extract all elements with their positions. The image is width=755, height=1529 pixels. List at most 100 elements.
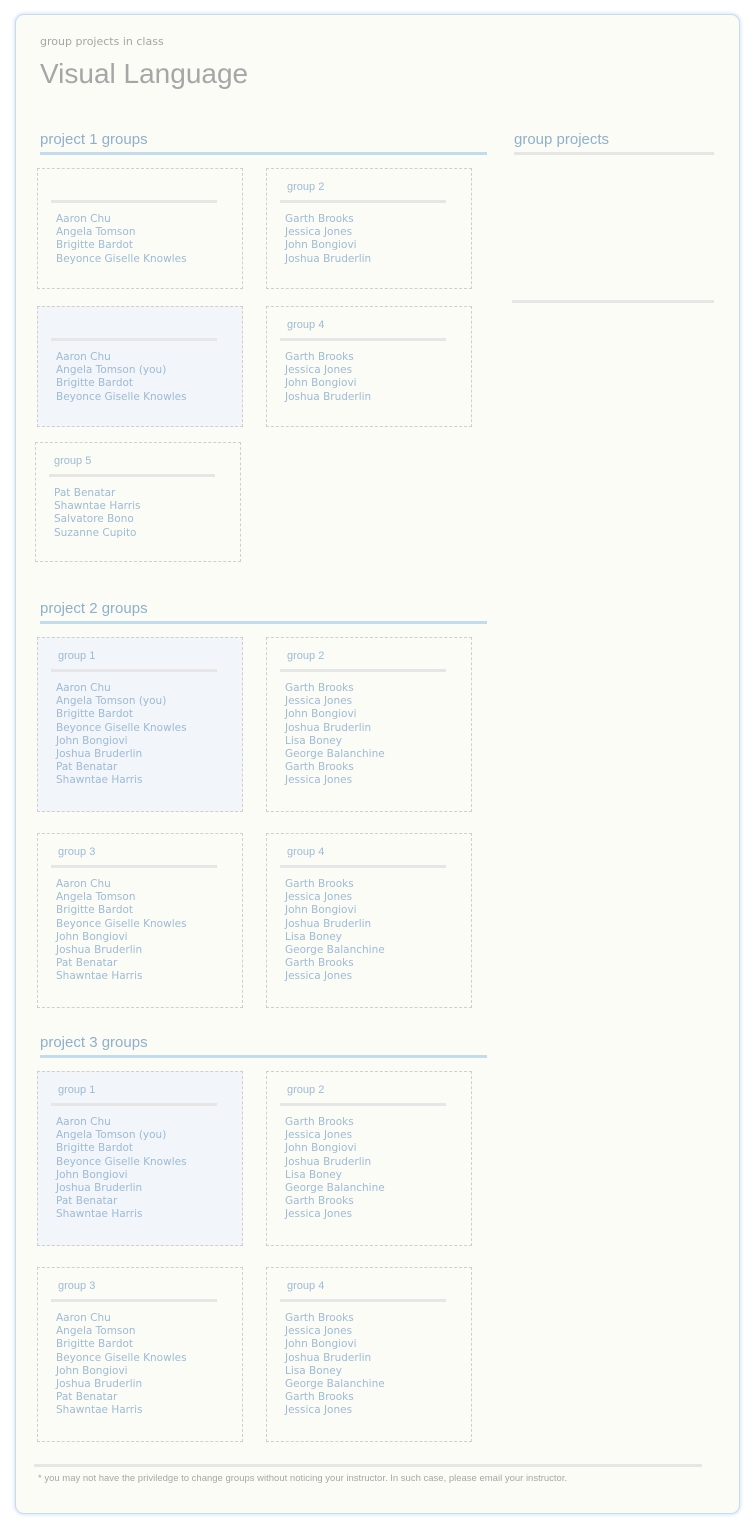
member-name: Garth Brooks xyxy=(285,1116,354,1128)
project-3-group-4-card[interactable]: group 4 Garth Brooks Jessica Jones John Bo… xyxy=(266,1267,472,1442)
member-name: John Bongiovi xyxy=(285,239,357,252)
member-list: Garth Brooks Jessica Jones John Bongiovi Jo… xyxy=(285,351,371,404)
footer-divider xyxy=(34,1464,702,1467)
group-name: group 2 xyxy=(287,650,325,662)
page-title: Visual Language xyxy=(40,58,249,89)
member-name: Garth Brooks xyxy=(285,213,354,225)
project-1-group-4-card[interactable]: group 4 Garth Brooks Jessica Jones John Bo… xyxy=(266,306,472,427)
member-list: Garth Brooks Jessica Jones John Bongiovi Jo… xyxy=(285,213,371,266)
project-1-group-1-card[interactable]: Aaron Chu Angela Tomson Brigitte Bardot Bey… xyxy=(37,168,243,289)
group-divider xyxy=(51,1299,217,1302)
member-name: Garth Brooks xyxy=(285,1312,354,1324)
project-3-heading: project 3 groups xyxy=(40,1034,487,1058)
member-name: Lisa Boney xyxy=(285,930,342,943)
member-name: Angela Tomson xyxy=(56,226,136,239)
group-divider xyxy=(49,474,215,477)
sidebar-divider xyxy=(512,300,714,303)
member-name: Shawntae Harris xyxy=(56,1208,143,1221)
member-list: Pat Benatar Shawntae Harris Salvatore Bono… xyxy=(54,487,141,540)
project-1-group-2-card[interactable]: group 2 Garth Brooks Jessica Jones John Bo… xyxy=(266,168,472,289)
member-name: Brigitte Bardot xyxy=(56,1142,134,1155)
group-divider xyxy=(51,865,217,868)
member-name: Jessica Jones xyxy=(285,1129,353,1142)
project-2-group-4-card[interactable]: group 4 Garth Brooks Jessica Jones John Bo… xyxy=(266,833,472,1008)
member-name: Beyonce Giselle Knowles xyxy=(56,1351,187,1364)
member-name: Brigitte Bardot xyxy=(56,904,134,917)
member-name: Garth Brooks xyxy=(285,957,354,970)
member-name: Aaron Chu xyxy=(56,1116,111,1128)
member-name: John Bongiovi xyxy=(56,930,128,943)
group-name: group 1 xyxy=(58,1084,96,1096)
project-1-group-3-card[interactable]: Aaron Chu Angela Tomson (you) Brigitte Bar… xyxy=(37,306,243,427)
project-2-group-3-card[interactable]: group 3 Aaron Chu Angela Tomson Brigitte B… xyxy=(37,833,243,1008)
project-3-group-3-card[interactable]: group 3 Aaron Chu Angela Tomson Brigitte B… xyxy=(37,1267,243,1442)
member-name: Angela Tomson (you) xyxy=(56,364,167,377)
member-name: George Balanchine xyxy=(285,748,385,761)
project-3-group-1-card[interactable]: group 1 Aaron Chu Angela Tomson (you) Brig… xyxy=(37,1071,243,1246)
member-name: Pat Benatar xyxy=(54,487,116,499)
member-name: Angela Tomson (you) xyxy=(56,1129,167,1142)
project-1-group-5-card[interactable]: group 5 Pat Benatar Shawntae Harris Salvat… xyxy=(35,442,241,562)
member-name: Aaron Chu xyxy=(56,351,111,363)
group-name: group 5 xyxy=(54,455,92,467)
page-subtitle: group projects in class xyxy=(40,35,164,48)
member-name: George Balanchine xyxy=(285,1378,385,1391)
member-name: Shawntae Harris xyxy=(56,1404,143,1417)
member-name: Shawntae Harris xyxy=(54,500,141,513)
member-name: John Bongiovi xyxy=(285,377,357,390)
member-name: George Balanchine xyxy=(285,944,385,957)
member-list: Garth Brooks Jessica Jones John Bongiovi Jo… xyxy=(285,878,385,984)
member-name: Jessica Jones xyxy=(285,774,353,787)
member-list: Garth Brooks Jessica Jones John Bongiovi Jo… xyxy=(285,1312,385,1418)
member-name: Brigitte Bardot xyxy=(56,708,134,721)
group-divider xyxy=(280,865,446,868)
member-name: Joshua Bruderlin xyxy=(285,252,372,265)
group-name: group 2 xyxy=(287,1084,325,1096)
member-name: Joshua Bruderlin xyxy=(56,944,143,957)
member-name: Jessica Jones xyxy=(285,226,353,239)
member-name: Angela Tomson xyxy=(56,1325,136,1338)
member-name: Beyonce Giselle Knowles xyxy=(56,1155,187,1168)
member-name: Jessica Jones xyxy=(285,695,353,708)
member-name: Pat Benatar xyxy=(56,1391,118,1404)
member-name: Jessica Jones xyxy=(285,891,353,904)
member-name: Brigitte Bardot xyxy=(56,377,134,390)
project-2-group-1-card[interactable]: group 1 Aaron Chu Angela Tomson (you) Brig… xyxy=(37,637,243,812)
project-2-group-2-card[interactable]: group 2 Garth Brooks Jessica Jones John Bo… xyxy=(266,637,472,812)
member-name: Aaron Chu xyxy=(56,1312,111,1324)
member-name: Pat Benatar xyxy=(56,1195,118,1208)
member-name: Brigitte Bardot xyxy=(56,1338,134,1351)
member-name: Suzanne Cupito xyxy=(54,526,137,539)
member-name: Joshua Bruderlin xyxy=(285,390,372,403)
group-divider xyxy=(51,338,217,341)
group-name: group 4 xyxy=(287,846,325,858)
project-2-heading: project 2 groups xyxy=(40,600,487,624)
project-1-heading: project 1 groups xyxy=(40,131,487,155)
project-3-group-2-card[interactable]: group 2 Garth Brooks Jessica Jones John Bo… xyxy=(266,1071,472,1246)
group-divider xyxy=(280,1103,446,1106)
group-divider xyxy=(51,1103,217,1106)
member-name: John Bongiovi xyxy=(285,1142,357,1155)
member-name: John Bongiovi xyxy=(285,904,357,917)
member-name: Brigitte Bardot xyxy=(56,239,134,252)
member-name: Jessica Jones xyxy=(285,970,353,983)
member-name: Garth Brooks xyxy=(285,761,354,774)
member-name: John Bongiovi xyxy=(285,708,357,721)
member-name: John Bongiovi xyxy=(56,1168,128,1181)
member-name: Angela Tomson xyxy=(56,891,136,904)
member-name: Jessica Jones xyxy=(285,1404,353,1417)
member-name: John Bongiovi xyxy=(56,734,128,747)
member-name: Joshua Bruderlin xyxy=(285,917,372,930)
group-name: group 3 xyxy=(58,846,96,858)
member-name: Shawntae Harris xyxy=(56,970,143,983)
member-name: Garth Brooks xyxy=(285,351,354,363)
member-name: Joshua Bruderlin xyxy=(56,1378,143,1391)
member-name: Aaron Chu xyxy=(56,213,111,225)
member-name: Jessica Jones xyxy=(285,364,353,377)
member-name: Aaron Chu xyxy=(56,682,111,694)
member-name: Pat Benatar xyxy=(56,957,118,970)
member-name: Lisa Boney xyxy=(285,734,342,747)
group-divider xyxy=(280,200,446,203)
member-name: Jessica Jones xyxy=(285,1208,353,1221)
group-name: group 1 xyxy=(58,650,96,662)
